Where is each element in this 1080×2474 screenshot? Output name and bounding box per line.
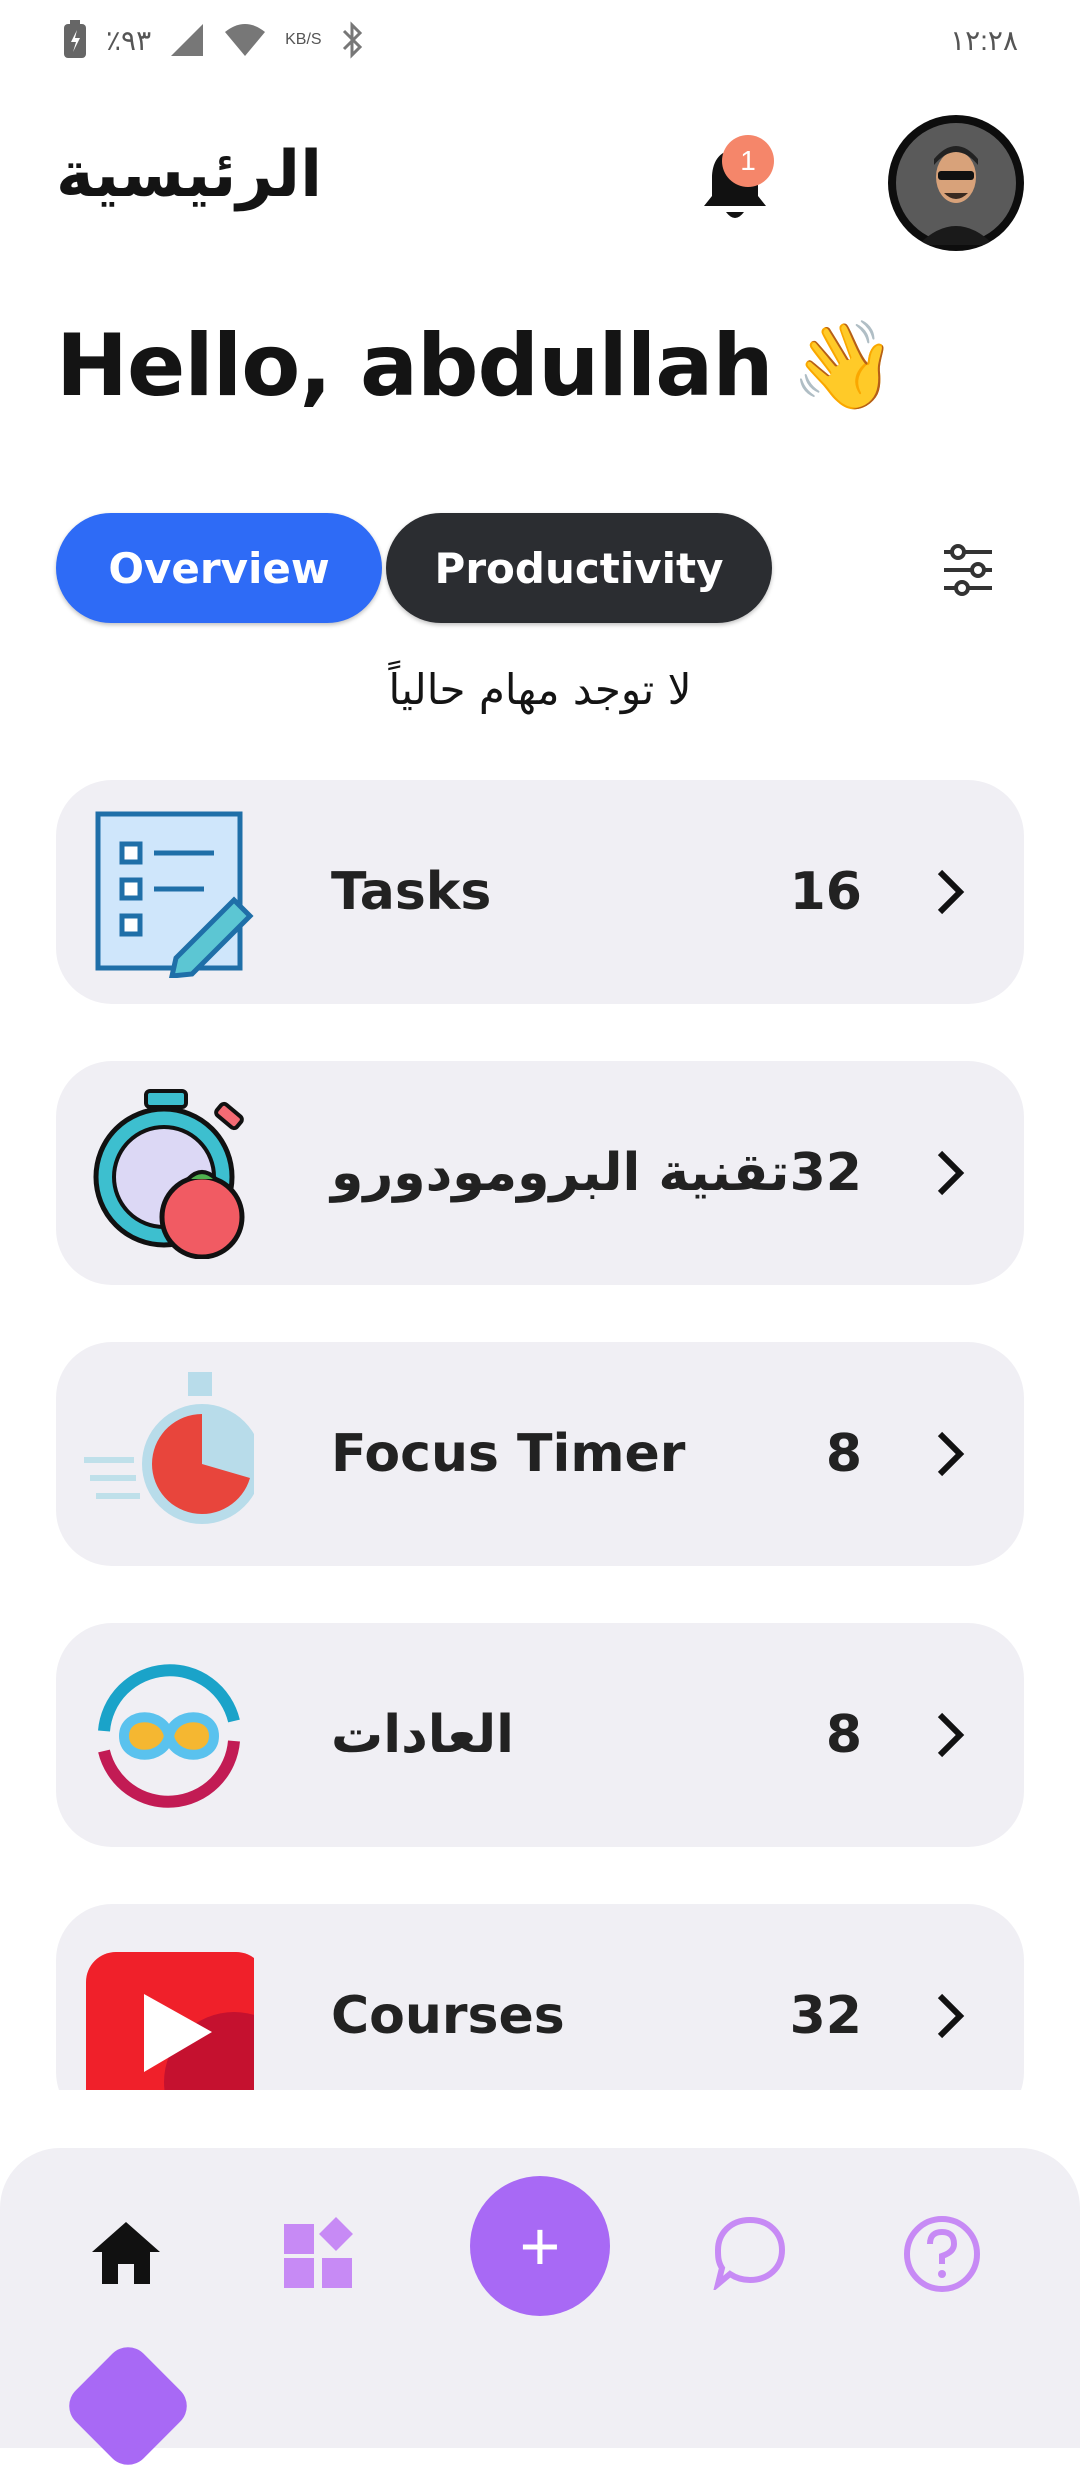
card-courses[interactable]: Courses 32 [56,1904,1024,2090]
habits-infinity-icon [98,1664,240,1808]
wifi-icon [225,24,266,56]
status-icons: ٪٩٣ KB/S [62,20,364,60]
tab-overview[interactable]: Overview [56,513,382,623]
net-speed-unit: KB/S [285,31,322,48]
card-label: Focus Timer [331,1424,686,1484]
card-count: 8 [825,1705,862,1765]
greeting: Hello, abdullah 👋 [56,315,898,416]
battery-icon [64,20,86,58]
avatar[interactable] [888,115,1024,251]
add-button[interactable]: + [470,2176,610,2316]
home-icon[interactable] [90,2216,162,2288]
task-list-icon [95,811,254,978]
active-tab-indicator [60,2338,196,2474]
tab-bar: Overview Productivity [56,513,772,623]
focus-timer-icon [84,1372,254,1524]
status-bar: ٪٩٣ KB/S ١٢:٢٨ [0,0,1080,80]
card-focus-timer[interactable]: Focus Timer 8 [56,1342,1024,1566]
card-label: تقنية البرومودورو [331,1143,790,1203]
card-count: 32 [789,1986,862,2046]
bluetooth-icon [342,21,362,59]
chevron-right-icon [937,1712,965,1758]
card-count: 16 [789,862,862,922]
empty-tasks-message: لا توجد مهام حالياً [388,665,692,714]
battery-percent: ٪٩٣ [106,24,152,56]
waving-hand-icon: 👋 [790,316,898,416]
chevron-right-icon [937,1150,965,1196]
chevron-right-icon [937,1993,965,2039]
chat-bubble-icon[interactable] [712,2214,788,2290]
avatar-image [896,123,1016,245]
status-time: ١٢:٢٨ [950,24,1018,56]
card-tasks[interactable]: Tasks 16 [56,780,1024,1004]
apps-grid-icon[interactable] [282,2216,354,2288]
tab-productivity[interactable]: Productivity [386,513,772,623]
card-label: Tasks [331,862,492,922]
feature-cards-list: Tasks 16 تقنية البرومودورو 32 Focus Time… [56,780,1024,2090]
chevron-right-icon [937,1431,965,1477]
signal-icon [171,24,204,56]
help-circle-icon[interactable] [902,2214,982,2294]
greeting-text: Hello, abdullah [56,316,774,416]
chevron-right-icon [937,869,965,915]
notification-badge: 1 [722,135,774,187]
net-speed: KB/S [285,32,321,48]
page-title: الرئيسية [56,138,322,212]
card-habits[interactable]: العادات 8 [56,1623,1024,1847]
card-count: 8 [825,1424,862,1484]
filter-sliders-icon[interactable] [938,540,998,600]
card-pomodoro[interactable]: تقنية البرومودورو 32 [56,1061,1024,1285]
card-count: 32 [789,1143,862,1203]
card-label: Courses [331,1986,565,2046]
play-video-icon [86,1952,254,2090]
header: الرئيسية 1 [0,115,1080,251]
stopwatch-tomato-icon [93,1089,245,1259]
bottom-navigation: + [0,2148,1080,2474]
card-label: العادات [331,1705,514,1765]
